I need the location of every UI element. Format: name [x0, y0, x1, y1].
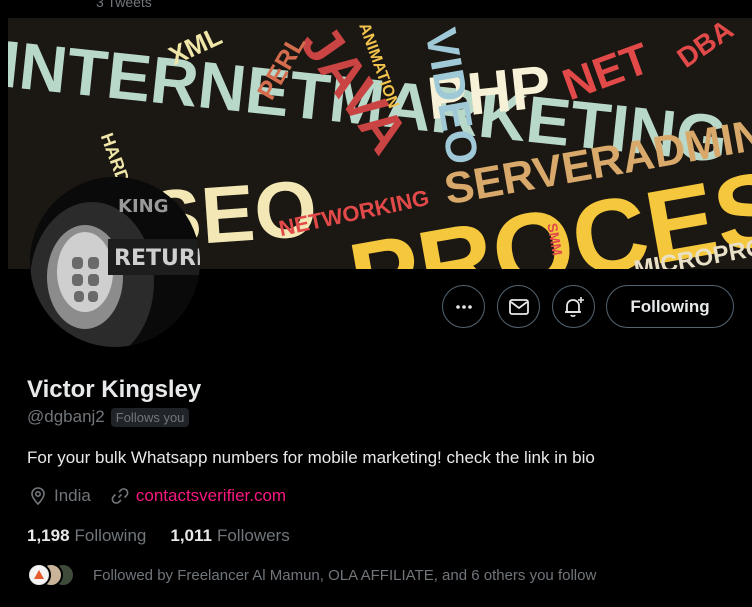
bell-plus-icon: [564, 296, 584, 317]
follow-stats: 1,198 Following 1,011 Followers: [27, 526, 314, 546]
following-count: 1,198: [27, 526, 70, 545]
avatar-image: KING RETURN: [30, 177, 200, 347]
followers-stat[interactable]: 1,011 Followers: [170, 526, 289, 546]
notifications-button[interactable]: [552, 285, 595, 328]
profile-bio: For your bulk Whatsapp numbers for mobil…: [27, 448, 595, 467]
link-icon: [109, 485, 131, 507]
avatar-text-return: RETURN: [114, 246, 200, 271]
more-icon: [455, 304, 472, 309]
profile-name: Victor Kingsley: [27, 376, 202, 403]
followers-label: Followers: [216, 526, 290, 545]
profile-meta: India contactsverifier.com: [27, 485, 286, 507]
envelope-icon: [508, 298, 529, 315]
tweets-count: 3 Tweets: [96, 0, 152, 10]
follower-avatar: [27, 563, 51, 587]
avatar[interactable]: KING RETURN: [30, 177, 200, 347]
following-label: Following: [74, 526, 147, 545]
followers-count: 1,011: [170, 526, 212, 545]
followed-by-row[interactable]: Followed by Freelancer Al Mamun, OLA AFF…: [27, 563, 596, 587]
avatar-text-king: KING: [118, 196, 168, 217]
following-button[interactable]: Following: [606, 285, 734, 328]
handle-row: @dgbanj2 Follows you: [27, 407, 190, 427]
more-button[interactable]: [442, 285, 485, 328]
location-icon: [27, 485, 49, 507]
follows-you-badge: Follows you: [110, 407, 190, 427]
following-stat[interactable]: 1,198 Following: [27, 526, 146, 546]
message-button[interactable]: [497, 285, 540, 328]
profile-handle: @dgbanj2: [27, 407, 105, 426]
followed-by-text: Followed by Freelancer Al Mamun, OLA AFF…: [93, 566, 597, 584]
profile-location: India: [54, 486, 91, 505]
profile-url-link[interactable]: contactsverifier.com: [136, 486, 286, 506]
